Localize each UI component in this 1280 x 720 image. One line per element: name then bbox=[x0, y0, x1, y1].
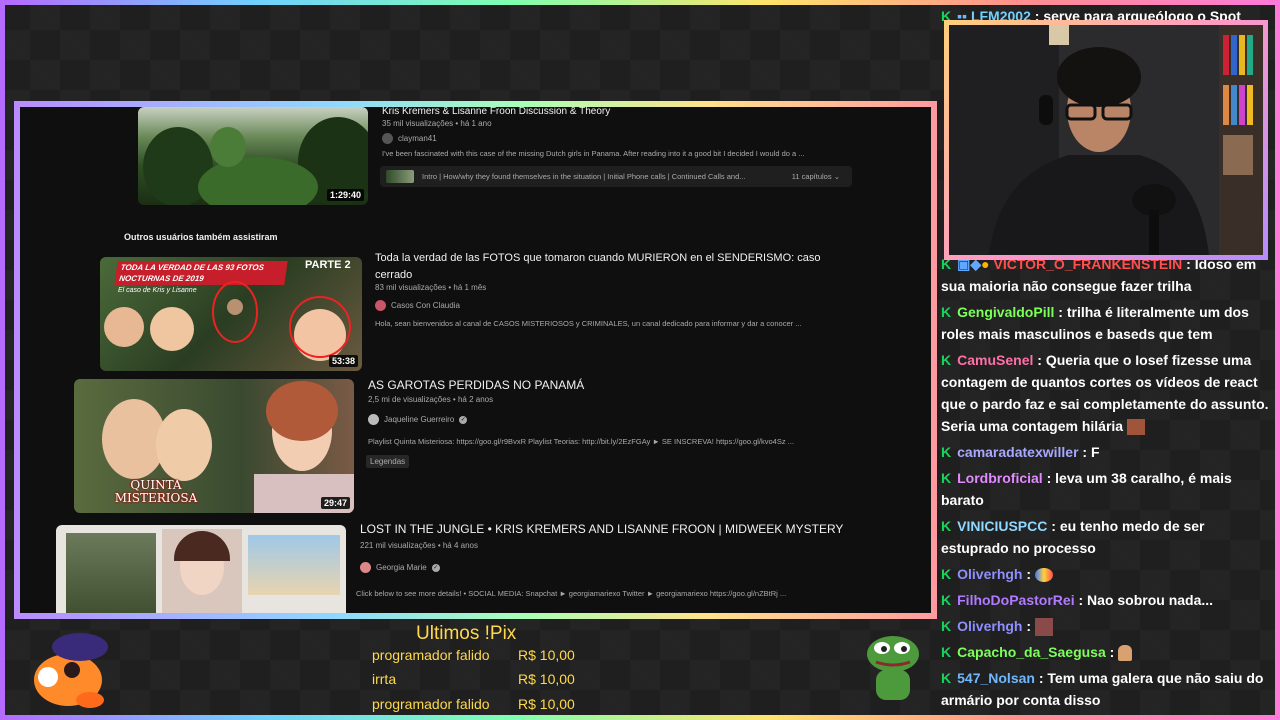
chat-text: F bbox=[1090, 444, 1100, 460]
kick-badge-icon: K bbox=[941, 470, 952, 486]
chat-message: K Oliverhgh : bbox=[941, 615, 1269, 637]
kick-badge-icon: K bbox=[941, 444, 952, 460]
chevron-down-icon: ⌄ bbox=[833, 172, 840, 181]
kick-badge-icon: K bbox=[941, 670, 952, 686]
chat-message: Kcamaradatexwiller : F bbox=[941, 441, 1269, 463]
channel-name: Casos Con Claudia bbox=[391, 301, 460, 310]
video-meta: 83 mil visualizações • há 1 mês bbox=[375, 283, 487, 292]
channel-avatar bbox=[360, 562, 371, 573]
channel-avatar bbox=[368, 414, 379, 425]
webcam-feed bbox=[949, 25, 1263, 255]
pix-title: Ultimos !Pix bbox=[416, 623, 517, 644]
channel-link[interactable]: clayman41 bbox=[382, 133, 437, 144]
mascot-character-icon bbox=[34, 633, 108, 708]
verified-icon: ✓ bbox=[459, 415, 468, 424]
channel-avatar bbox=[382, 133, 393, 144]
pix-donation: programador falido R$ 10,00 bbox=[372, 647, 582, 663]
video-meta: 2,5 mi de visualizações • há 2 anos bbox=[368, 395, 494, 404]
chat-message: K VINICIUSPCC : eu tenho medo de ser estu… bbox=[941, 515, 1269, 559]
donor-name: irrta bbox=[372, 671, 397, 687]
stream-overlay: 1:29:40 Kris Kremers & Lisanne Froon Dis… bbox=[0, 0, 1280, 720]
pix-donation: irrta R$ 10,00 bbox=[372, 671, 582, 687]
video-meta: 35 mil visualizações • há 1 ano bbox=[382, 119, 492, 128]
captions-tag: Legendas bbox=[366, 455, 410, 468]
youtube-results-screen: 1:29:40 Kris Kremers & Lisanne Froon Dis… bbox=[20, 107, 931, 613]
screen-capture-frame: 1:29:40 Kris Kremers & Lisanne Froon Dis… bbox=[14, 101, 937, 619]
emote-icon bbox=[1118, 645, 1133, 662]
video-title[interactable]: LOST IN THE JUNGLE • KRIS KREMERS AND LI… bbox=[360, 521, 843, 537]
chat-username[interactable]: CamuSenel bbox=[957, 352, 1033, 368]
chapters-count: 11 capítulos ⌄ bbox=[791, 172, 840, 181]
donation-amount: R$ 10,00 bbox=[518, 696, 575, 712]
pix-donation: programador falido R$ 10,00 bbox=[372, 696, 582, 712]
donor-name: programador falido bbox=[372, 647, 490, 663]
chat-message: K 547_Nolsan : Tem uma galera que não sai… bbox=[941, 667, 1269, 711]
video-title[interactable]: AS GAROTAS PERDIDAS NO PANAMÁ bbox=[368, 377, 584, 393]
video-meta: 221 mil visualizações • há 4 anos bbox=[360, 541, 478, 550]
pepe-frog-icon bbox=[867, 636, 919, 700]
video-title[interactable]: Toda la verdad de las FOTOS que tomaron … bbox=[375, 250, 835, 284]
channel-name: clayman41 bbox=[398, 134, 437, 143]
chat-message: K CamuSenel : Queria que o Iosef fizesse … bbox=[941, 349, 1269, 437]
emote-icon bbox=[1126, 419, 1145, 436]
chat-message: K FilhoDoPastorRei : Nao sobrou nada... bbox=[941, 589, 1269, 611]
thumb-panel-jungle bbox=[66, 533, 156, 613]
video-description: Click below to see more details! • SOCIA… bbox=[356, 589, 787, 598]
kick-badge-icon: K bbox=[941, 518, 952, 534]
chat-message: K Oliverhgh : bbox=[941, 563, 1269, 585]
chat-username[interactable]: Capacho_da_Saegusa bbox=[957, 644, 1106, 660]
channel-avatar bbox=[375, 300, 386, 311]
video-description: Hola, sean bienvenidos al canal de CASOS… bbox=[375, 319, 802, 328]
video-thumbnail[interactable]: TODA LA VERDAD DE LAS 93 FOTOS NOCTURNAS… bbox=[100, 257, 362, 371]
channel-link[interactable]: Jaqueline Guerreiro ✓ bbox=[368, 414, 468, 425]
thumb-panel-beach bbox=[248, 535, 340, 595]
channel-link[interactable]: Casos Con Claudia bbox=[375, 300, 460, 311]
chat-username[interactable]: 547_Nolsan bbox=[957, 670, 1035, 686]
kick-badge-icon: K bbox=[941, 618, 952, 634]
chapters-text: Intro | How/why they found themselves in… bbox=[422, 172, 746, 181]
donation-amount: R$ 10,00 bbox=[518, 647, 575, 663]
thumb-panel-portrait bbox=[162, 529, 242, 613]
chat-message: K Capacho_da_Saegusa : bbox=[941, 641, 1269, 663]
chat-username[interactable]: FilhoDoPastorRei bbox=[957, 592, 1074, 608]
chat-username[interactable]: Oliverhgh bbox=[957, 566, 1022, 582]
webcam-frame bbox=[944, 20, 1268, 260]
chapter-thumbnail bbox=[386, 170, 414, 183]
channel-name: Georgia Marie bbox=[376, 563, 427, 572]
emote-icon bbox=[1034, 568, 1053, 583]
kick-badge-icon: K bbox=[941, 304, 952, 320]
kick-badge-icon: K bbox=[941, 566, 952, 582]
thumbnail-text: QUINTA MISTERIOSA bbox=[114, 478, 198, 505]
video-description: I've been fascinated with this case of t… bbox=[382, 149, 805, 158]
channel-name: Jaqueline Guerreiro bbox=[384, 415, 455, 424]
chat-message: K GengivaldoPill : trilha é literalmente … bbox=[941, 301, 1269, 345]
chat-username[interactable]: Oliverhgh bbox=[957, 618, 1022, 634]
donor-name: programador falido bbox=[372, 696, 490, 712]
chat-text: Nao sobrou nada... bbox=[1087, 592, 1214, 608]
chat-username[interactable]: camaradatexwiller bbox=[957, 444, 1078, 460]
streamer-webcam-image bbox=[949, 25, 1263, 255]
section-title: Outros usuários também assistiram bbox=[124, 232, 278, 242]
video-thumbnail[interactable] bbox=[56, 525, 346, 613]
verified-icon: ✓ bbox=[431, 563, 440, 572]
donation-amount: R$ 10,00 bbox=[518, 671, 575, 687]
chat-username[interactable]: GengivaldoPill bbox=[957, 304, 1054, 320]
kick-badge-icon: K bbox=[941, 352, 952, 368]
video-thumbnail[interactable]: QUINTA MISTERIOSA 29:47 bbox=[74, 379, 354, 513]
chat-username[interactable]: VINICIUSPCC bbox=[957, 518, 1047, 534]
kick-badge-icon: K bbox=[941, 592, 952, 608]
chat-username[interactable]: Lordbroficial bbox=[957, 470, 1043, 486]
duration-badge: 1:29:40 bbox=[326, 189, 364, 201]
video-description: Playlist Quinta Misteriosa: https://goo.… bbox=[368, 437, 794, 446]
duration-badge: 29:47 bbox=[320, 497, 350, 509]
emote-icon bbox=[1034, 618, 1053, 637]
video-thumbnail[interactable]: 1:29:40 bbox=[138, 107, 368, 205]
chat-message: K Lordbroficial : leva um 38 caralho, é m… bbox=[941, 467, 1269, 511]
channel-link[interactable]: Georgia Marie ✓ bbox=[360, 562, 440, 573]
chapters-bar[interactable]: Intro | How/why they found themselves in… bbox=[380, 166, 852, 187]
kick-badge-icon: K bbox=[941, 644, 952, 660]
girls-photo bbox=[104, 281, 351, 361]
duration-badge: 53:38 bbox=[328, 355, 358, 367]
